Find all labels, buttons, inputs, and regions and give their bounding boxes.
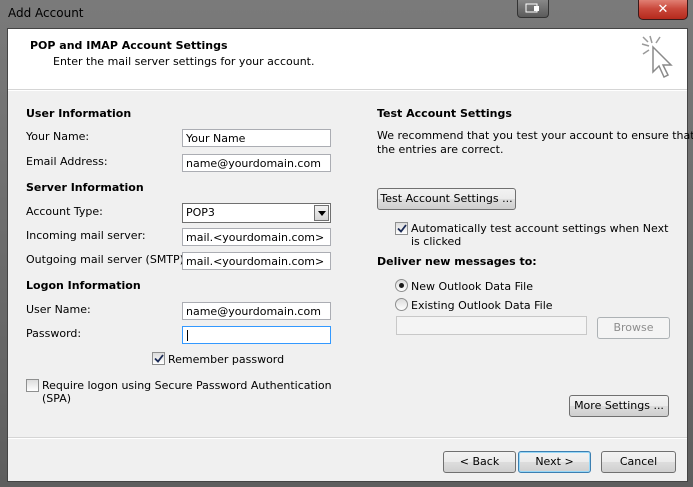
test-account-settings-button[interactable]: Test Account Settings ... xyxy=(377,188,516,210)
existing-data-file-label[interactable]: Existing Outlook Data File xyxy=(411,299,553,312)
your-name-label: Your Name: xyxy=(26,130,90,143)
logon-info-heading: Logon Information xyxy=(26,279,141,292)
text-caret xyxy=(187,330,188,341)
incoming-server-label: Incoming mail server: xyxy=(26,229,146,242)
password-label: Password: xyxy=(26,327,82,340)
checkmark-icon xyxy=(396,224,407,233)
back-button[interactable]: < Back xyxy=(443,451,516,473)
window-title: Add Account xyxy=(8,6,84,20)
dialog-client-area: POP and IMAP Account Settings Enter the … xyxy=(7,28,693,482)
spa-label-line1[interactable]: Require logon using Secure Password Auth… xyxy=(42,379,332,392)
more-settings-button[interactable]: More Settings ... xyxy=(569,395,669,417)
test-desc-line2: the entries are correct. xyxy=(377,143,504,156)
user-info-heading: User Information xyxy=(26,107,132,120)
add-account-window: Add Account ✕ POP and IMAP Account Setti… xyxy=(0,0,693,487)
spa-label-line2[interactable]: (SPA) xyxy=(42,392,71,405)
email-address-label: Email Address: xyxy=(26,155,108,168)
header-subtitle: Enter the mail server settings for your … xyxy=(53,55,315,68)
outgoing-server-input[interactable]: mail.<yourdomain.com> xyxy=(182,252,331,270)
next-button[interactable]: Next > xyxy=(518,451,591,473)
user-name-label: User Name: xyxy=(26,303,91,316)
your-name-input[interactable]: Your Name xyxy=(182,129,331,147)
test-desc-line1: We recommend that you test your account … xyxy=(377,129,693,142)
existing-data-file-radio[interactable] xyxy=(395,298,408,311)
cursor-click-icon xyxy=(640,34,676,83)
existing-data-file-path-input[interactable] xyxy=(396,316,587,335)
checkmark-icon xyxy=(153,354,164,363)
remember-password-label[interactable]: Remember password xyxy=(168,353,284,366)
title-bar[interactable]: Add Account ✕ xyxy=(0,0,693,28)
server-info-heading: Server Information xyxy=(26,181,144,194)
account-type-select[interactable]: POP3 xyxy=(182,203,331,223)
auto-test-label-line2[interactable]: is clicked xyxy=(411,235,461,248)
user-name-input[interactable]: name@yourdomain.com xyxy=(182,302,331,320)
test-settings-heading: Test Account Settings xyxy=(377,107,512,120)
browse-button[interactable]: Browse xyxy=(597,317,670,339)
auto-test-checkbox[interactable] xyxy=(395,222,408,235)
restore-icon[interactable] xyxy=(517,0,549,18)
incoming-server-input[interactable]: mail.<yourdomain.com> xyxy=(182,228,331,246)
new-data-file-label[interactable]: New Outlook Data File xyxy=(411,280,533,293)
deliver-heading: Deliver new messages to: xyxy=(377,255,537,268)
close-button[interactable]: ✕ xyxy=(638,0,688,20)
remember-password-checkbox[interactable] xyxy=(152,352,165,365)
account-type-label: Account Type: xyxy=(26,205,103,218)
dialog-header: POP and IMAP Account Settings Enter the … xyxy=(8,29,687,90)
new-data-file-radio[interactable] xyxy=(395,279,408,292)
email-address-input[interactable]: name@yourdomain.com xyxy=(182,154,331,172)
auto-test-label-line1[interactable]: Automatically test account settings when… xyxy=(411,222,668,235)
spa-checkbox[interactable] xyxy=(26,379,39,392)
close-icon: ✕ xyxy=(657,1,669,17)
cancel-button[interactable]: Cancel xyxy=(601,451,676,473)
chevron-down-icon[interactable] xyxy=(314,205,329,221)
password-input[interactable] xyxy=(182,326,331,344)
account-type-value: POP3 xyxy=(186,206,215,219)
header-title: POP and IMAP Account Settings xyxy=(30,39,228,52)
outgoing-server-label: Outgoing mail server (SMTP): xyxy=(26,253,188,266)
